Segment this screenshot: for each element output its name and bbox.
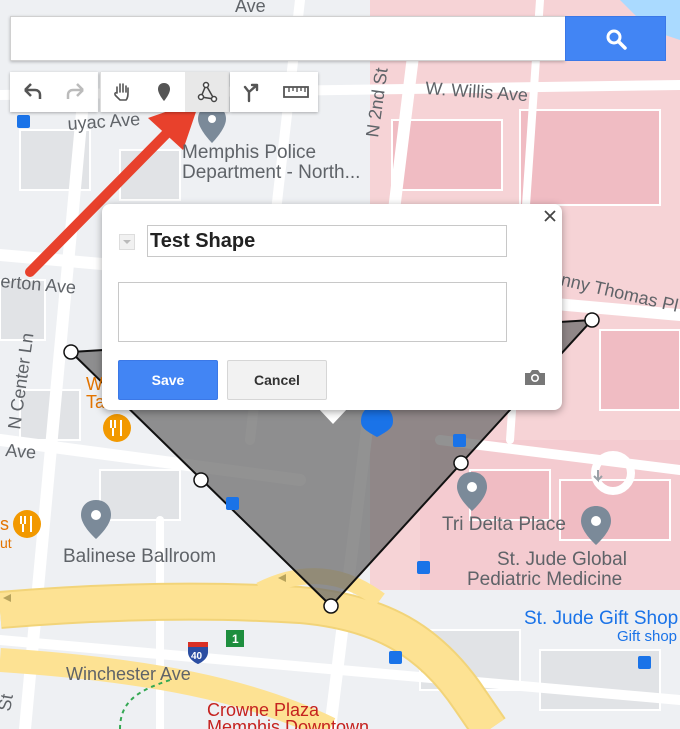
shape-vertex[interactable] <box>584 312 600 328</box>
place-label: Tri Delta Place <box>442 514 566 535</box>
shape-midpoint[interactable] <box>453 455 469 471</box>
place-label: s <box>0 514 9 534</box>
place-label: Gift shop <box>617 628 677 645</box>
marker-icon <box>158 83 170 101</box>
style-toggle-button[interactable] <box>119 234 135 250</box>
place-label: Memphis Downtown <box>207 717 369 729</box>
street-label: Ave <box>5 440 37 463</box>
draw-line-icon <box>197 81 218 103</box>
measure-button[interactable] <box>274 72 318 112</box>
drawing-toolbar <box>100 72 229 112</box>
place-label: Pediatric Medicine <box>467 569 622 590</box>
restaurant-icon[interactable] <box>13 510 41 538</box>
cancel-button[interactable]: Cancel <box>227 360 327 400</box>
undo-icon <box>24 83 42 99</box>
place-label: St. Jude Global <box>497 549 627 570</box>
close-icon <box>544 210 556 222</box>
feature-info-dialog: Save Cancel <box>102 204 562 410</box>
ruler-icon <box>283 86 309 98</box>
hand-icon <box>114 83 129 101</box>
directions-button[interactable] <box>230 72 274 112</box>
undo-button[interactable] <box>10 72 54 112</box>
add-marker-button[interactable] <box>143 72 185 112</box>
history-toolbar <box>10 72 98 112</box>
camera-icon <box>525 370 545 385</box>
shape-vertex[interactable] <box>63 344 79 360</box>
place-label: St. Jude Gift Shop <box>524 608 678 629</box>
place-label: Memphis Police <box>182 142 316 163</box>
route-number: 40 <box>191 651 203 662</box>
restaurant-icon[interactable] <box>103 414 131 442</box>
chevron-down-icon <box>123 240 131 244</box>
search-button[interactable] <box>565 16 666 61</box>
shape-vertex[interactable] <box>323 598 339 614</box>
draw-line-button[interactable] <box>185 72 229 112</box>
place-label: Balinese Ballroom <box>63 546 216 567</box>
save-button[interactable]: Save <box>118 360 218 400</box>
place-label: W <box>86 374 103 394</box>
select-button[interactable] <box>101 72 143 112</box>
redo-button[interactable] <box>54 72 98 112</box>
shape-description-input[interactable] <box>118 282 507 342</box>
shape-midpoint[interactable] <box>193 472 209 488</box>
search-icon <box>606 29 627 50</box>
street-label: Winchester Ave <box>66 664 191 684</box>
route-number: 1 <box>232 632 239 646</box>
directions-icon <box>243 83 259 103</box>
street-label: St <box>0 692 17 712</box>
dialog-pointer <box>318 408 348 424</box>
street-label: Ave <box>235 0 266 16</box>
tools-toolbar <box>230 72 318 112</box>
search-input[interactable] <box>10 16 565 61</box>
redo-icon <box>66 83 84 99</box>
place-label: ut <box>0 535 12 551</box>
place-label: Department - North... <box>182 162 360 183</box>
shape-title-input[interactable] <box>147 225 507 257</box>
close-button[interactable] <box>540 206 560 226</box>
add-photo-button[interactable] <box>522 364 548 390</box>
